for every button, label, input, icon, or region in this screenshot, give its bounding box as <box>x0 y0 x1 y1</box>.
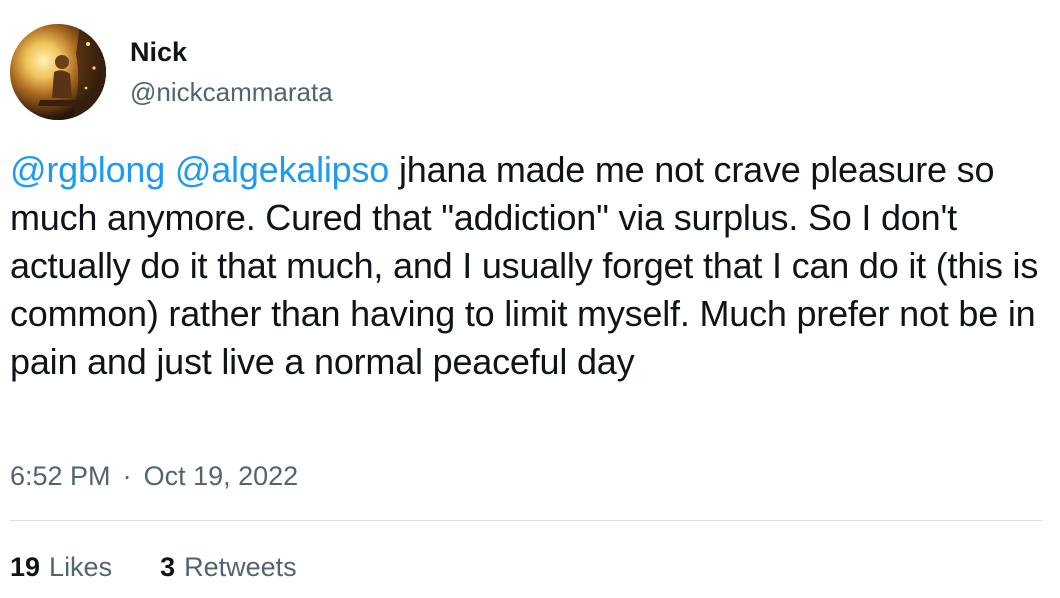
mention-link[interactable]: @algekalipso <box>175 149 389 190</box>
author-handle[interactable]: @nickcammarata <box>130 75 333 109</box>
author-display-name[interactable]: Nick <box>130 35 333 69</box>
separator-dot: · <box>122 461 132 491</box>
tweet-time: 6:52 PM <box>10 461 111 491</box>
tweet-header: Nick @nickcammarata <box>10 22 333 122</box>
retweets-stat[interactable]: 3 Retweets <box>160 547 297 587</box>
likes-count: 19 <box>10 552 41 582</box>
avatar-image <box>10 24 106 120</box>
likes-stat[interactable]: 19 Likes <box>10 547 112 587</box>
author-names: Nick @nickcammarata <box>130 35 333 109</box>
tweet-text: @rgblong @algekalipso jhana made me not … <box>10 146 1050 386</box>
divider <box>10 520 1042 521</box>
mention-link[interactable]: @rgblong <box>10 149 165 190</box>
retweets-count: 3 <box>160 552 176 582</box>
retweets-label: Retweets <box>184 552 297 582</box>
tweet-body: jhana made me not crave pleasure so much… <box>10 149 1039 382</box>
tweet-timestamp[interactable]: 6:52 PM · Oct 19, 2022 <box>10 456 298 496</box>
tweet-date: Oct 19, 2022 <box>143 461 299 491</box>
likes-label: Likes <box>49 552 113 582</box>
tweet-card: Nick @nickcammarata @rgblong @algekalips… <box>0 0 1060 598</box>
tweet-stats: 19 Likes 3 Retweets <box>10 547 297 587</box>
profile-avatar[interactable] <box>10 24 106 120</box>
